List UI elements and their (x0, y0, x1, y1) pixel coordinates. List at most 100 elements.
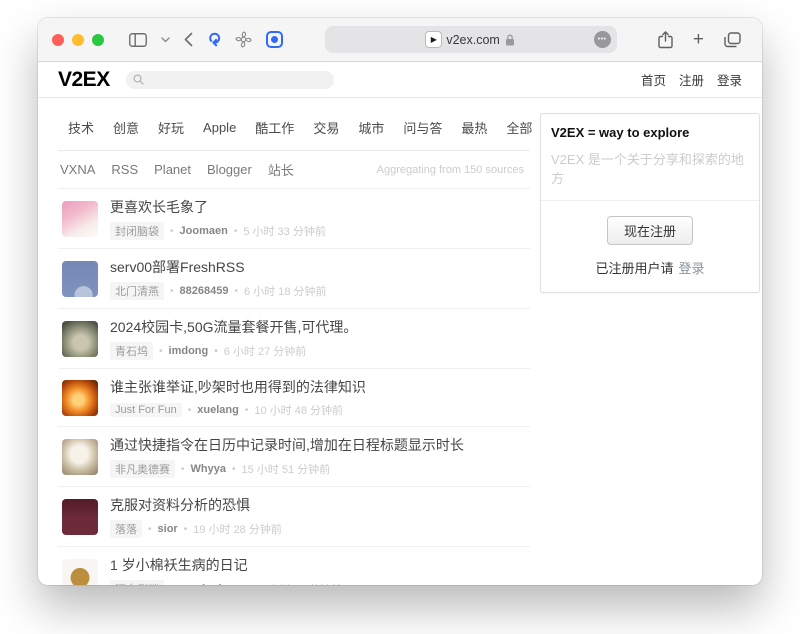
registered-users-text: 已注册用户请 (595, 261, 673, 276)
tab-问与答[interactable]: 问与答 (395, 115, 450, 140)
v2ex-logo[interactable]: V2EX (58, 68, 110, 92)
post-meta: Just For Fun • xuelang • 10 小时 48 分钟前 (110, 402, 366, 418)
tab-全部[interactable]: 全部 (498, 115, 540, 140)
post-avatar[interactable] (62, 499, 98, 535)
meta-dot-2: • (245, 405, 249, 416)
post-meta: 封闭脑袋 • Joomaen • 5 小时 33 分钟前 (110, 222, 326, 240)
post-author[interactable]: Joomaen (180, 225, 228, 237)
traffic-lights (52, 34, 104, 46)
post-author[interactable]: naminokoe (180, 583, 238, 585)
post-author[interactable]: xuelang (197, 404, 239, 416)
post-author[interactable]: Whyya (191, 463, 226, 475)
subnav-item-2[interactable]: Planet (154, 162, 191, 177)
register-now-button[interactable]: 现在注册 (607, 216, 693, 245)
post-time: 6 小时 18 分钟前 (244, 283, 327, 299)
post-title[interactable]: 2024校园卡,50G流量套餐开售,可代理。 (110, 317, 357, 337)
close-window-button[interactable] (52, 34, 64, 46)
post-avatar[interactable] (62, 559, 98, 586)
subnav-item-1[interactable]: RSS (111, 162, 138, 177)
post-title[interactable]: 更喜欢长毛象了 (110, 197, 326, 217)
post-body: 谁主张谁举证,吵架时也用得到的法律知识 Just For Fun • xuela… (110, 377, 366, 418)
lock-icon (505, 34, 515, 46)
post-title[interactable]: serv00部署FreshRSS (110, 257, 327, 277)
back-button-icon[interactable] (184, 28, 193, 52)
post-avatar[interactable] (62, 380, 98, 416)
post-row: 通过快捷指令在日历中记录时间,增加在日程标题显示时长 非凡奥德赛 • Whyya… (58, 427, 530, 487)
toolbar-right-icons: + (651, 28, 748, 52)
tab-创意[interactable]: 创意 (105, 115, 147, 140)
meta-dot-2: • (244, 584, 248, 586)
site-nav-link-2[interactable]: 登录 (717, 70, 742, 89)
page-settings-icon[interactable]: ••• (594, 31, 611, 48)
post-title[interactable]: 1 岁小棉袄生病的日记 (110, 555, 342, 575)
post-author[interactable]: imdong (169, 345, 209, 357)
post-time: 15 小时 51 分钟前 (242, 461, 331, 477)
tab-apple[interactable]: Apple (195, 117, 244, 138)
meta-dot-2: • (234, 226, 238, 237)
address-bar[interactable]: ▶ v2ex.com ••• (325, 26, 617, 53)
search-input[interactable] (126, 71, 334, 89)
post-source-tag[interactable]: 落落 (110, 520, 142, 538)
new-tab-icon[interactable]: + (693, 28, 704, 52)
post-source-tag[interactable]: 青石坞 (110, 342, 153, 360)
site-nav-link-1[interactable]: 注册 (679, 70, 704, 89)
post-avatar[interactable] (62, 321, 98, 357)
post-source-tag[interactable]: 封闭脑袋 (110, 222, 164, 240)
post-row: 谁主张谁举证,吵架时也用得到的法律知识 Just For Fun • xuela… (58, 369, 530, 427)
tab-酷工作[interactable]: 酷工作 (247, 115, 302, 140)
post-body: 2024校园卡,50G流量套餐开售,可代理。 青石坞 • imdong • 6 … (110, 317, 357, 360)
post-body: 通过快捷指令在日历中记录时间,增加在日程标题显示时长 非凡奥德赛 • Whyya… (110, 435, 464, 478)
post-time: 5 小时 33 分钟前 (243, 223, 326, 239)
tab-overview-icon[interactable] (724, 28, 741, 52)
post-title[interactable]: 克服对资料分析的恐惧 (110, 495, 282, 515)
post-source-tag[interactable]: Just For Fun (110, 403, 182, 417)
sidebar-toggle-icon[interactable] (129, 28, 147, 52)
browser-window: ⟳ ▶ v2ex.com ••• (38, 18, 762, 585)
tab-最热[interactable]: 最热 (453, 115, 495, 140)
post-title[interactable]: 谁主张谁举证,吵架时也用得到的法律知识 (110, 377, 366, 397)
post-row: serv00部署FreshRSS 北门清燕 • 88268459 • 6 小时 … (58, 249, 530, 309)
meta-dot-1: • (170, 286, 174, 297)
extensions-pinwheel-icon[interactable] (235, 28, 252, 52)
record-extension-icon[interactable] (266, 28, 283, 52)
zoom-window-button[interactable] (92, 34, 104, 46)
browser-toolbar: ⟳ ▶ v2ex.com ••• (38, 18, 762, 62)
subnav-item-0[interactable]: VXNA (60, 162, 95, 177)
sidebar-chevron-icon[interactable] (161, 28, 170, 52)
reload-icon[interactable]: ⟳ (207, 28, 221, 52)
post-source-tag[interactable]: 北门清燕 (110, 282, 164, 300)
post-author[interactable]: sior (158, 523, 178, 535)
post-row: 更喜欢长毛象了 封闭脑袋 • Joomaen • 5 小时 33 分钟前 (58, 189, 530, 249)
signup-box: V2EX = way to explore V2EX 是一个关于分享和探索的地方… (540, 113, 760, 293)
tab-交易[interactable]: 交易 (305, 115, 347, 140)
meta-dot-1: • (170, 584, 174, 586)
post-source-tag[interactable]: 非凡奥德赛 (110, 460, 175, 478)
post-author[interactable]: 88268459 (180, 285, 229, 297)
tab-技术[interactable]: 技术 (60, 115, 102, 140)
post-source-tag[interactable]: 沉舟侧畔 (110, 580, 164, 585)
post-body: 1 岁小棉袄生病的日记 沉舟侧畔 • naminokoe • 20 小时 18 … (110, 555, 342, 585)
post-time: 20 小时 18 分钟前 (253, 581, 342, 585)
post-time: 19 小时 28 分钟前 (193, 521, 282, 537)
login-link[interactable]: 登录 (679, 261, 705, 276)
site-nav: 首页注册登录 (641, 70, 742, 89)
record-extension-box (266, 31, 283, 48)
post-avatar[interactable] (62, 201, 98, 237)
tab-城市[interactable]: 城市 (350, 115, 392, 140)
tab-好玩[interactable]: 好玩 (150, 115, 192, 140)
subnav-item-4[interactable]: 站长 (268, 160, 294, 179)
post-avatar[interactable] (62, 261, 98, 297)
meta-dot-1: • (188, 405, 192, 416)
aggregating-status-text: Aggregating from 150 sources (377, 164, 528, 176)
signup-box-subtitle: V2EX 是一个关于分享和探索的地方 (551, 149, 749, 187)
site-nav-link-0[interactable]: 首页 (641, 70, 666, 89)
share-icon[interactable] (658, 28, 673, 52)
category-tabs: 技术创意好玩Apple酷工作交易城市问与答最热全部R2VXNA (58, 113, 530, 151)
post-meta: 北门清燕 • 88268459 • 6 小时 18 分钟前 (110, 282, 327, 300)
minimize-window-button[interactable] (72, 34, 84, 46)
post-title[interactable]: 通过快捷指令在日历中记录时间,增加在日程标题显示时长 (110, 435, 464, 455)
subnav-item-3[interactable]: Blogger (207, 162, 252, 177)
search-icon (133, 74, 144, 85)
site-header: V2EX 首页注册登录 (38, 62, 762, 98)
post-avatar[interactable] (62, 439, 98, 475)
